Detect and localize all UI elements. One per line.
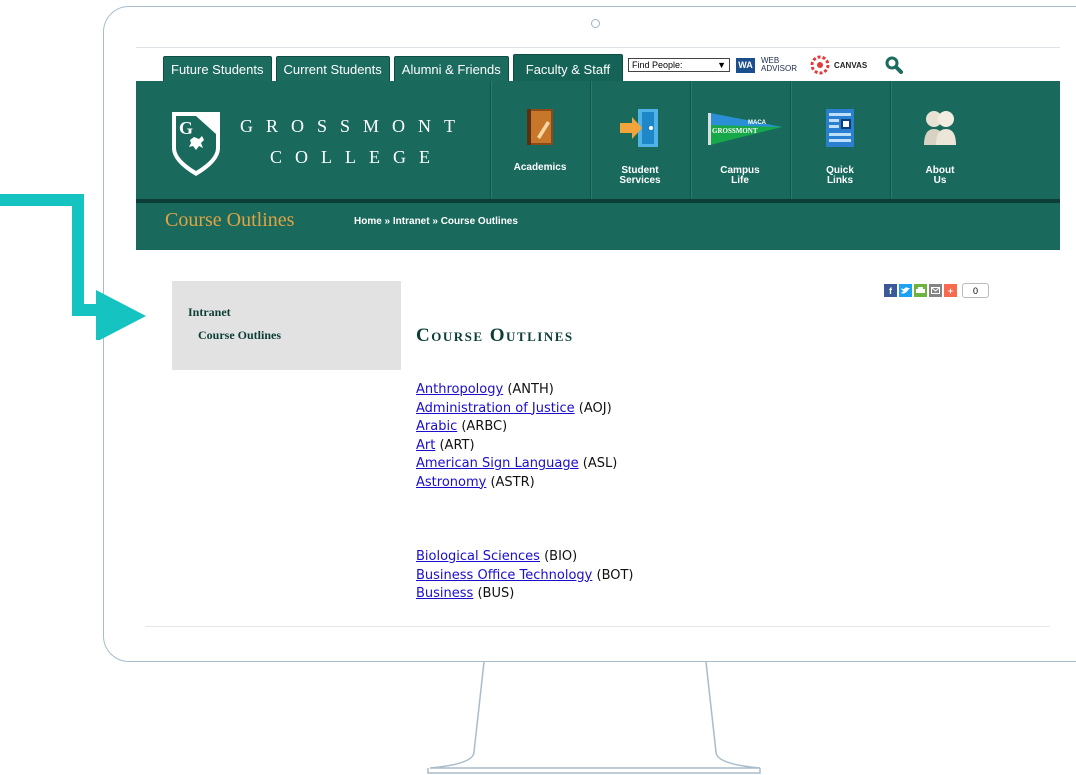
sidebar-item-intranet[interactable]: Intranet	[188, 305, 231, 320]
utility-bar: Find People: ▼ WA WEB ADVISOR CANVAS	[628, 54, 904, 76]
find-people-select[interactable]: Find People: ▼	[628, 58, 730, 72]
list-item: Anthropology (ANTH)	[416, 381, 617, 400]
course-code: (BOT)	[596, 567, 634, 583]
course-code: (ASL)	[582, 456, 618, 471]
content-divider	[145, 626, 1050, 627]
find-people-label: Find People:	[632, 60, 683, 70]
course-link[interactable]: Arabic	[416, 419, 457, 434]
college-shield-icon[interactable]: G	[170, 110, 222, 178]
nav-campus-life[interactable]: MACA GROSSMONT Campus Life	[690, 81, 789, 199]
people-icon	[924, 111, 956, 145]
list-item: Arabic (ARBC)	[416, 418, 617, 437]
canvas-logo-icon	[810, 55, 830, 75]
nav-student-services[interactable]: Student Services	[590, 81, 689, 199]
share-count: 0	[962, 283, 990, 298]
course-link[interactable]: Anthropology	[416, 382, 503, 397]
course-code: (ART)	[439, 437, 475, 453]
list-item: Astronomy (ASTR)	[416, 474, 617, 493]
list-item: Biological Sciences (BIO)	[416, 548, 634, 567]
canvas-label: CANVAS	[834, 60, 868, 70]
nav-label-services: Services	[619, 175, 661, 186]
share-toolbar: f + 0	[884, 283, 990, 298]
search-icon[interactable]	[885, 56, 904, 74]
course-link[interactable]: Biological Sciences	[416, 549, 540, 564]
course-link[interactable]: Business Office Technology	[416, 568, 592, 583]
course-link[interactable]: Business	[416, 586, 473, 601]
door-arrow-icon	[620, 109, 658, 147]
book-icon	[527, 109, 553, 145]
pennant-icon: MACA GROSSMONT	[708, 113, 782, 145]
course-code: (ANTH)	[507, 382, 554, 397]
logo-line2[interactable]: COLLEGE	[270, 147, 443, 168]
nav-label-us: Us	[933, 175, 947, 186]
list-item: Administration of Justice (AOJ)	[416, 400, 617, 419]
pennant-text-top: MACA	[748, 120, 767, 126]
print-icon[interactable]	[914, 284, 927, 297]
webadvisor-line2: ADVISOR	[761, 64, 798, 73]
header-divider	[136, 47, 1060, 48]
nav-quick-links[interactable]: Quick Links	[790, 81, 889, 199]
content-heading: Course Outlines	[416, 325, 574, 346]
more-share-icon[interactable]: +	[944, 284, 957, 297]
nav-about-us[interactable]: About Us	[890, 81, 989, 199]
course-link[interactable]: Art	[416, 438, 435, 453]
course-code: (BUS)	[477, 586, 515, 601]
list-item: American Sign Language (ASL)	[416, 455, 617, 474]
tab-faculty-staff[interactable]: Faculty & Staff	[512, 54, 624, 81]
shield-letter: G	[179, 118, 193, 138]
logo-line1[interactable]: GROSSMONT	[240, 116, 468, 137]
course-link[interactable]: Administration of Justice	[416, 401, 575, 416]
email-icon[interactable]	[929, 284, 942, 297]
audience-tabs: Future Students Current Students Alumni …	[163, 54, 624, 81]
page-title: Course Outlines	[165, 209, 295, 231]
nav-label-life: Life	[731, 175, 749, 186]
tab-alumni-friends[interactable]: Alumni & Friends	[393, 56, 509, 81]
tab-current-students[interactable]: Current Students	[275, 56, 390, 81]
facebook-icon[interactable]: f	[884, 284, 897, 297]
sidebar-item-course-outlines[interactable]: Course Outlines	[198, 328, 281, 343]
nav-label-links: Links	[826, 175, 854, 186]
course-list-b: Biological Sciences (BIO) Business Offic…	[416, 548, 634, 604]
document-icon	[826, 109, 854, 147]
course-code: (ARBC)	[461, 419, 508, 434]
list-item: Business (BUS)	[416, 585, 634, 604]
course-code: (AOJ)	[578, 400, 612, 416]
tab-future-students[interactable]: Future Students	[163, 56, 272, 81]
course-list-a: Anthropology (ANTH) Administration of Ju…	[416, 381, 617, 492]
list-item: Business Office Technology (BOT)	[416, 567, 634, 586]
sidebar	[172, 281, 401, 370]
webadvisor-badge[interactable]: WA	[736, 57, 755, 73]
list-item: Art (ART)	[416, 437, 617, 456]
chevron-down-icon: ▼	[717, 60, 726, 70]
nav-academics[interactable]: Academics	[490, 81, 589, 199]
canvas-link[interactable]: CANVAS	[809, 54, 867, 76]
course-code: (BIO)	[544, 549, 578, 564]
breadcrumb[interactable]: Home » Intranet » Course Outlines	[354, 216, 518, 227]
webadvisor-link[interactable]: WEB ADVISOR	[761, 57, 797, 73]
nav-label-academics: Academics	[513, 162, 567, 173]
pennant-text-main: GROSSMONT	[712, 127, 758, 135]
course-code: (ASTR)	[490, 474, 535, 490]
course-link[interactable]: American Sign Language	[416, 456, 579, 471]
twitter-icon[interactable]	[899, 284, 912, 297]
course-link[interactable]: Astronomy	[416, 475, 486, 490]
